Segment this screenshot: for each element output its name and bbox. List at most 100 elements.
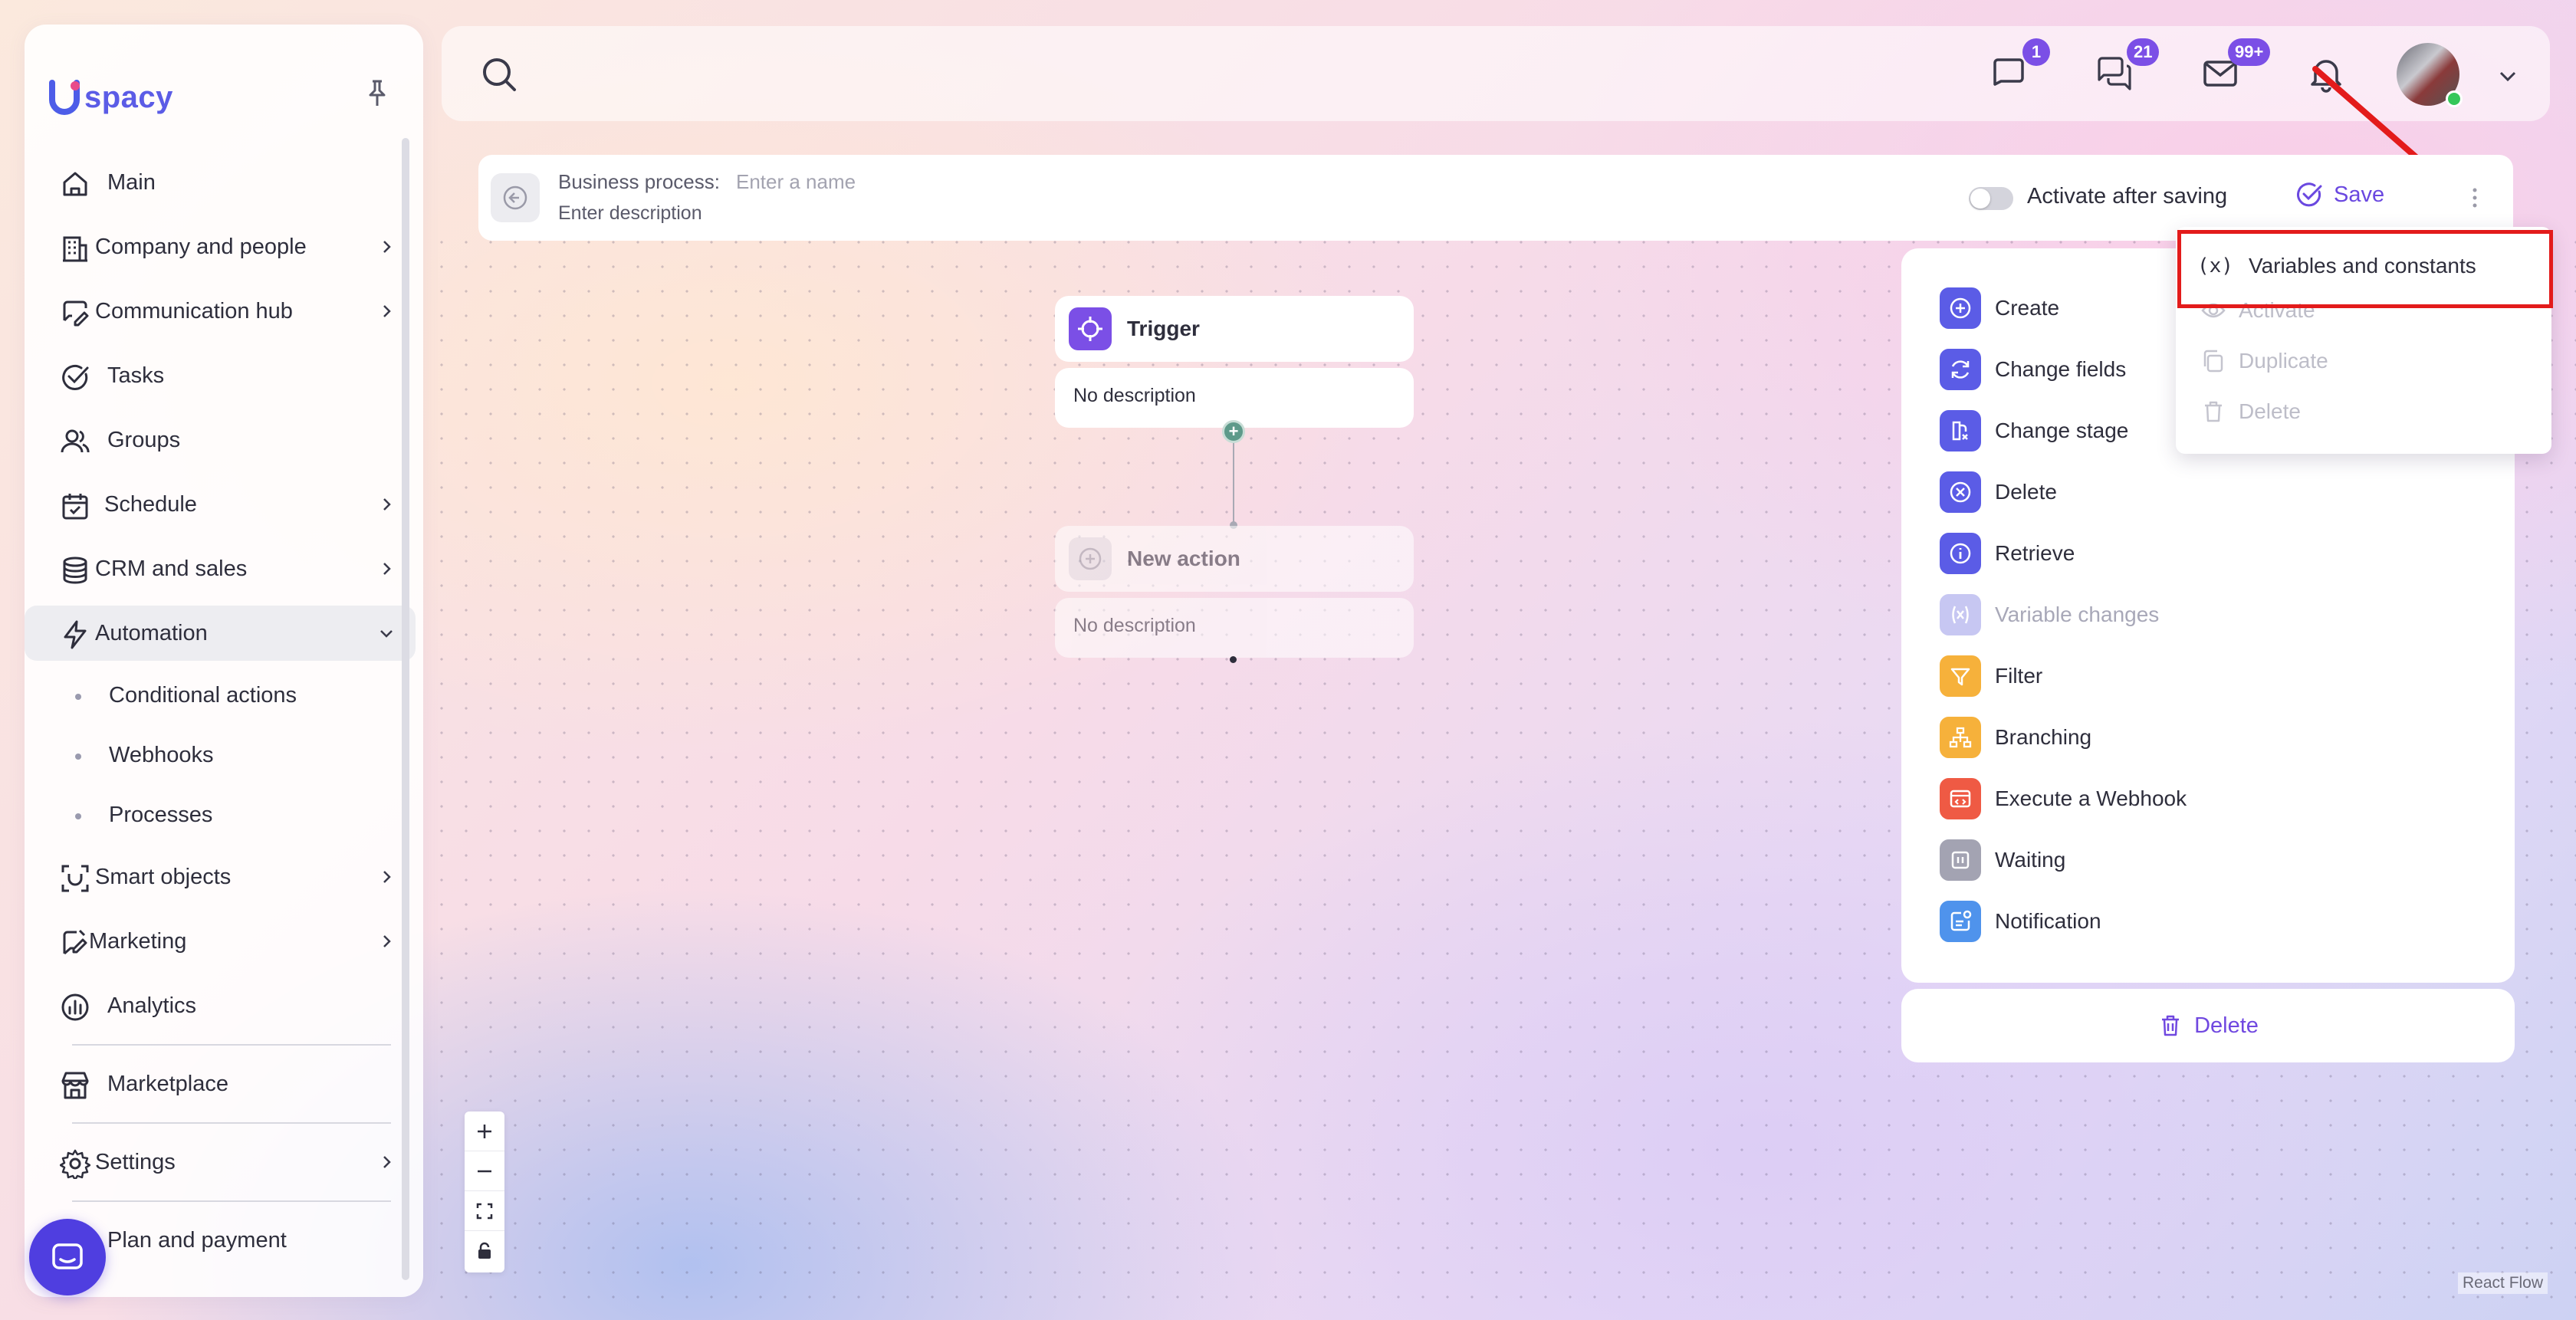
trigger-node[interactable]: Trigger (1055, 296, 1414, 362)
logo-icon (49, 80, 80, 115)
top-bar: 1 21 99+ (442, 26, 2550, 121)
action-label: Branching (1995, 725, 2092, 749)
sidebar-item-label: CRM and sales (95, 556, 248, 581)
chat-bubble-icon (52, 1243, 83, 1269)
fit-view-button[interactable] (465, 1191, 504, 1231)
sidebar-item-communication[interactable]: Communication hub (25, 284, 416, 339)
users-icon (61, 429, 90, 453)
support-chat-button[interactable] (29, 1219, 106, 1295)
sidebar-item-label: Groups (107, 427, 181, 452)
add-node-handle[interactable]: + (1222, 420, 1245, 443)
action-change-fields[interactable]: Change fields (1940, 348, 2126, 391)
action-retrieve[interactable]: Retrieve (1940, 532, 2075, 575)
sidebar-subitem-processes[interactable]: Processes (25, 790, 416, 840)
lightning-icon (64, 620, 87, 649)
logo[interactable]: spacy (48, 78, 173, 117)
chat-icon[interactable] (1989, 54, 2029, 94)
back-button[interactable] (491, 173, 540, 222)
search-icon[interactable] (480, 55, 518, 94)
sidebar-item-label: Plan and payment (107, 1227, 287, 1253)
chat-badge: 1 (2022, 38, 2050, 66)
chevron-down-icon[interactable] (2496, 64, 2519, 87)
sidebar-item-company[interactable]: Company and people (25, 219, 416, 274)
check-circle-icon (2297, 182, 2322, 207)
notification-icon (1940, 901, 1981, 942)
sidebar-subitem-webhooks[interactable]: Webhooks (25, 730, 416, 780)
sidebar-item-marketplace[interactable]: Marketplace (25, 1056, 416, 1111)
action-branching[interactable]: Branching (1940, 716, 2091, 759)
plus-circle-icon (1940, 287, 1981, 329)
new-action-icon (1069, 537, 1112, 580)
megaphone-icon (63, 929, 87, 955)
more-options-icon[interactable] (2459, 182, 2490, 213)
react-flow-attribution[interactable]: React Flow (2458, 1272, 2548, 1294)
trash-icon (2205, 401, 2222, 422)
sidebar-item-analytics[interactable]: Analytics (25, 978, 416, 1033)
sidebar-item-marketing[interactable]: Marketing (25, 914, 416, 969)
refresh-icon (1940, 349, 1981, 390)
action-execute-webhook[interactable]: Execute a Webhook (1940, 777, 2187, 820)
activate-toggle[interactable] (1969, 187, 2013, 210)
scan-icon (61, 865, 89, 892)
plus-circle-icon (1079, 547, 1102, 570)
action-label: Change stage (1995, 419, 2129, 442)
sidebar-item-settings[interactable]: Settings (25, 1134, 416, 1190)
action-filter[interactable]: Filter (1940, 655, 2042, 698)
sidebar-item-schedule[interactable]: Schedule (25, 477, 416, 532)
sidebar-divider (72, 1200, 391, 1202)
trigger-title: Trigger (1127, 317, 1200, 340)
action-create[interactable]: Create (1940, 287, 2059, 330)
new-action-title: New action (1127, 547, 1240, 570)
sidebar-scrollbar[interactable] (402, 138, 409, 1280)
action-delete[interactable]: Delete (1940, 471, 2057, 514)
chevron-right-icon (383, 498, 391, 511)
delete-node-button[interactable]: Delete (1901, 989, 2515, 1062)
chevron-right-icon (383, 871, 391, 883)
check-circle-icon (62, 364, 89, 390)
sidebar-item-tasks[interactable]: Tasks (25, 348, 416, 403)
sidebar-item-smart-objects[interactable]: Smart objects (25, 849, 416, 905)
chevron-right-icon (383, 241, 391, 253)
trigger-node-icon (1069, 307, 1112, 350)
menu-item-label: Duplicate (2239, 349, 2328, 373)
sidebar-item-label: Marketplace (107, 1071, 228, 1096)
calendar-icon (62, 494, 88, 520)
action-label: Notification (1995, 909, 2101, 933)
action-label: Execute a Webhook (1995, 786, 2187, 810)
zoom-in-button[interactable] (465, 1111, 504, 1151)
lock-icon (478, 1242, 491, 1259)
new-action-node[interactable]: New action (1055, 526, 1414, 592)
trigger-description: No description (1055, 368, 1414, 428)
sidebar-item-groups[interactable]: Groups (25, 412, 416, 468)
action-change-stage[interactable]: Change stage (1940, 409, 2128, 452)
node-handle-dot[interactable] (1230, 656, 1237, 663)
sidebar-item-label: Marketing (89, 928, 187, 954)
save-label: Save (2334, 182, 2385, 207)
trash-icon (2162, 1015, 2180, 1036)
gear-icon (60, 1149, 90, 1179)
sidebar-item-label: Settings (95, 1149, 176, 1174)
action-notification[interactable]: Notification (1940, 900, 2101, 943)
nav-list: Main Company and people Communication hu… (25, 155, 416, 1277)
process-description-input[interactable]: Enter description (558, 202, 702, 225)
mail-badge: 99+ (2228, 38, 2271, 66)
sidebar-item-automation[interactable]: Automation (25, 606, 416, 661)
database-icon (63, 557, 87, 584)
sidebar-subitem-conditional-actions[interactable]: Conditional actions (25, 670, 416, 721)
zoom-controls (465, 1111, 504, 1272)
action-waiting[interactable]: Waiting (1940, 839, 2065, 882)
branch-icon (1940, 717, 1981, 758)
sidebar-item-main[interactable]: Main (25, 155, 416, 210)
chevron-right-icon (383, 935, 391, 947)
arrow-left-icon (503, 186, 527, 210)
lock-button[interactable] (465, 1231, 504, 1271)
zoom-out-button[interactable] (465, 1151, 504, 1191)
pin-icon[interactable] (362, 78, 393, 109)
plus-icon (478, 1124, 491, 1138)
crosshair-icon (1078, 317, 1102, 341)
sidebar-item-label: Tasks (107, 363, 165, 388)
sidebar-divider (72, 1044, 391, 1046)
save-button[interactable]: Save (2295, 181, 2384, 209)
process-name-input[interactable]: Enter a name (736, 170, 856, 194)
sidebar-item-crm[interactable]: CRM and sales (25, 541, 416, 596)
